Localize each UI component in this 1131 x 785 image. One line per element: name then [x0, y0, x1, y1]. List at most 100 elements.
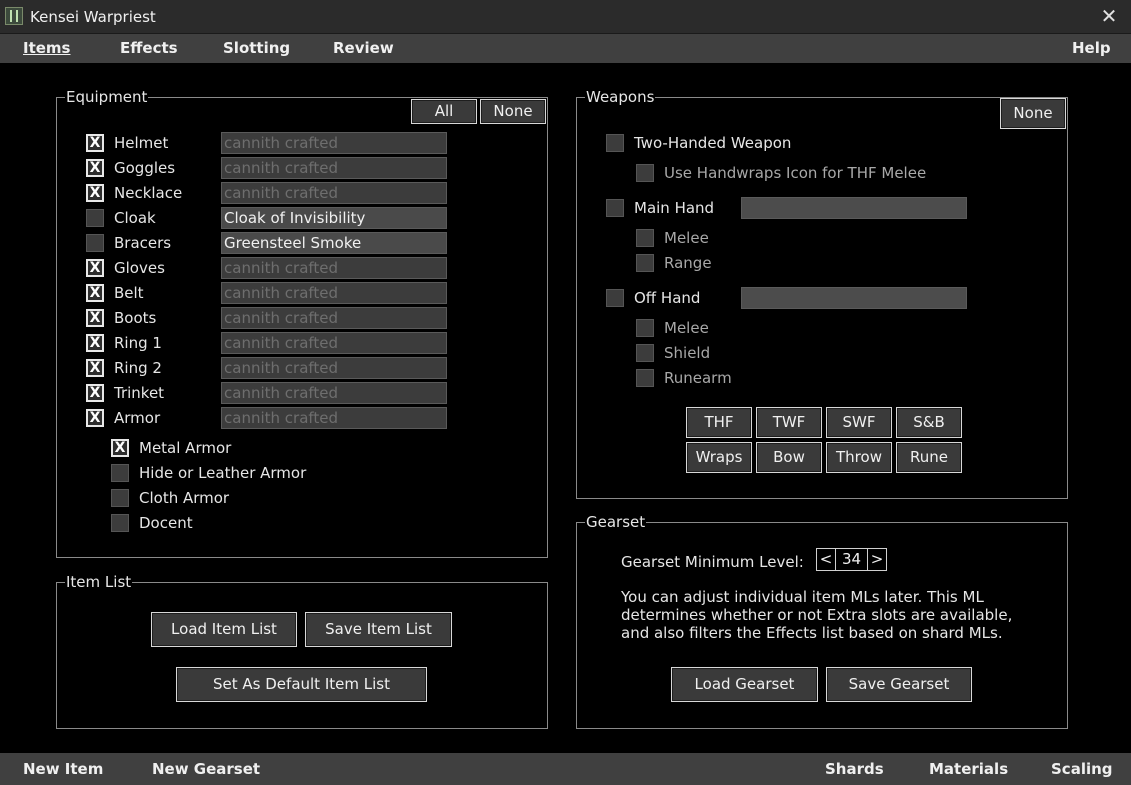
slot-label: Belt [114, 284, 144, 302]
armor-type-label: Cloth Armor [139, 489, 230, 507]
slot-item-field[interactable]: cannith crafted [221, 257, 447, 279]
armor-type-label: Hide or Leather Armor [139, 464, 307, 482]
shards-button[interactable]: Shards [825, 760, 884, 778]
handwraps-icon-label: Use Handwraps Icon for THF Melee [664, 164, 927, 182]
armor-type-checkbox[interactable] [111, 489, 129, 507]
slot-item-field[interactable]: cannith crafted [221, 132, 447, 154]
app-icon [5, 7, 23, 25]
style-swf-button[interactable]: SWF [826, 407, 892, 438]
title-bar [0, 0, 1131, 34]
menu-bar: Items Effects Slotting Review Help [0, 34, 1131, 63]
off-hand-label: Off Hand [634, 289, 701, 307]
style-throw-button[interactable]: Throw [826, 442, 892, 473]
slot-label: Ring 1 [114, 334, 162, 352]
style-bow-button[interactable]: Bow [756, 442, 822, 473]
off-runearm-label: Runearm [664, 369, 732, 387]
slot-checkbox[interactable] [86, 334, 104, 352]
off-hand-checkbox[interactable] [606, 289, 624, 307]
slot-item-field[interactable]: cannith crafted [221, 382, 447, 404]
main-range-checkbox[interactable] [636, 254, 654, 272]
slot-checkbox[interactable] [86, 159, 104, 177]
save-item-list-button[interactable]: Save Item List [305, 612, 452, 647]
slot-label: Trinket [114, 384, 165, 402]
armor-type-checkbox[interactable] [111, 464, 129, 482]
set-default-item-list-button[interactable]: Set As Default Item List [176, 667, 427, 702]
main-hand-checkbox[interactable] [606, 199, 624, 217]
slot-label: Armor [114, 409, 161, 427]
armor-type-checkbox[interactable] [111, 514, 129, 532]
style-wraps-button[interactable]: Wraps [686, 442, 752, 473]
window-title: Kensei Warpriest [30, 8, 156, 26]
slot-item-field[interactable]: cannith crafted [221, 357, 447, 379]
slot-checkbox[interactable] [86, 409, 104, 427]
two-handed-label: Two-Handed Weapon [634, 134, 792, 152]
slot-item-field[interactable]: cannith crafted [221, 307, 447, 329]
main-hand-field[interactable] [741, 197, 967, 219]
weapons-none-button[interactable]: None [1000, 98, 1066, 129]
slot-checkbox[interactable] [86, 384, 104, 402]
level-decrease-button[interactable]: < [816, 548, 836, 571]
slot-item-field[interactable]: cannith crafted [221, 332, 447, 354]
slot-label: Bracers [114, 234, 172, 252]
style-twf-button[interactable]: TWF [756, 407, 822, 438]
slot-item-field[interactable]: cannith crafted [221, 407, 447, 429]
slot-label: Boots [114, 309, 157, 327]
materials-button[interactable]: Materials [929, 760, 1008, 778]
main-melee-checkbox[interactable] [636, 229, 654, 247]
two-handed-checkbox[interactable] [606, 134, 624, 152]
menu-review[interactable]: Review [333, 39, 394, 57]
menu-help[interactable]: Help [1072, 39, 1111, 57]
menu-slotting[interactable]: Slotting [223, 39, 290, 57]
main-range-label: Range [664, 254, 712, 272]
menu-items[interactable]: Items [23, 39, 70, 57]
slot-item-field[interactable]: Greensteel Smoke [221, 232, 447, 254]
slot-item-field[interactable]: Cloak of Invisibility [221, 207, 447, 229]
equipment-none-button[interactable]: None [480, 99, 546, 124]
armor-type-checkbox[interactable] [111, 439, 129, 457]
slot-label: Ring 2 [114, 359, 162, 377]
off-shield-checkbox[interactable] [636, 344, 654, 362]
scaling-button[interactable]: Scaling [1051, 760, 1113, 778]
off-hand-field[interactable] [741, 287, 967, 309]
gearset-min-level-label: Gearset Minimum Level: [621, 553, 804, 571]
slot-checkbox[interactable] [86, 209, 104, 227]
slot-checkbox[interactable] [86, 134, 104, 152]
slot-checkbox[interactable] [86, 234, 104, 252]
armor-type-label: Docent [139, 514, 193, 532]
off-melee-label: Melee [664, 319, 709, 337]
style-rune-button[interactable]: Rune [896, 442, 962, 473]
new-gearset-button[interactable]: New Gearset [152, 760, 260, 778]
close-icon[interactable]: ✕ [1095, 2, 1123, 30]
weapons-title: Weapons [585, 88, 656, 106]
slot-label: Goggles [114, 159, 176, 177]
item-list-group: Item List [56, 573, 548, 729]
slot-item-field[interactable]: cannith crafted [221, 282, 447, 304]
level-increase-button[interactable]: > [867, 548, 887, 571]
menu-effects[interactable]: Effects [120, 39, 178, 57]
slot-checkbox[interactable] [86, 309, 104, 327]
off-shield-label: Shield [664, 344, 711, 362]
slot-item-field[interactable]: cannith crafted [221, 182, 447, 204]
slot-checkbox[interactable] [86, 284, 104, 302]
slot-checkbox[interactable] [86, 359, 104, 377]
footer-bar: New Item New Gearset Shards Materials Sc… [0, 753, 1131, 785]
slot-checkbox[interactable] [86, 259, 104, 277]
off-melee-checkbox[interactable] [636, 319, 654, 337]
equipment-all-button[interactable]: All [411, 99, 477, 124]
main-melee-label: Melee [664, 229, 709, 247]
slot-label: Gloves [114, 259, 165, 277]
armor-type-label: Metal Armor [139, 439, 232, 457]
slot-item-field[interactable]: cannith crafted [221, 157, 447, 179]
new-item-button[interactable]: New Item [23, 760, 103, 778]
off-runearm-checkbox[interactable] [636, 369, 654, 387]
slot-checkbox[interactable] [86, 184, 104, 202]
gearset-title: Gearset [585, 513, 647, 531]
gearset-level-field[interactable]: 34 [835, 548, 868, 571]
save-gearset-button[interactable]: Save Gearset [826, 667, 972, 702]
handwraps-icon-checkbox[interactable] [636, 164, 654, 182]
style-snb-button[interactable]: S&B [896, 407, 962, 438]
load-gearset-button[interactable]: Load Gearset [671, 667, 818, 702]
style-thf-button[interactable]: THF [686, 407, 752, 438]
slot-label: Necklace [114, 184, 183, 202]
load-item-list-button[interactable]: Load Item List [151, 612, 297, 647]
